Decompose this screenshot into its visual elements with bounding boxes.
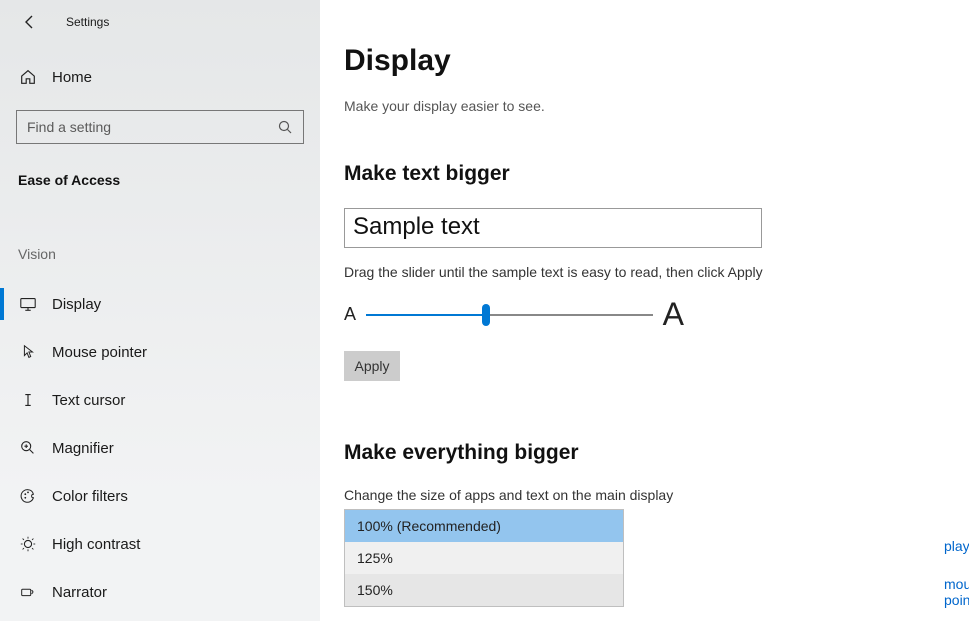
scale-dropdown[interactable]: 100% (Recommended) 125% 150% (344, 509, 624, 607)
palette-icon (18, 486, 38, 506)
narrator-icon (18, 582, 38, 602)
section-heading-everything-bigger: Make everything bigger (344, 441, 945, 465)
page-subtitle: Make your display easier to see. (344, 98, 945, 114)
slider-instruction: Drag the slider until the sample text is… (344, 264, 945, 280)
sidebar-item-label: Mouse pointer (52, 344, 147, 361)
sidebar-item-magnifier[interactable]: Magnifier (0, 424, 320, 472)
sidebar-item-label: Display (52, 296, 101, 313)
text-cursor-icon (18, 390, 38, 410)
sidebar-item-label: Text cursor (52, 392, 125, 409)
search-box[interactable] (16, 110, 304, 144)
sidebar-item-label: Magnifier (52, 440, 114, 457)
display-icon (18, 294, 38, 314)
magnifier-icon (18, 438, 38, 458)
sidebar-section-label: Vision (0, 246, 320, 262)
slider-min-label: A (344, 304, 356, 325)
contrast-icon (18, 534, 38, 554)
page-title: Display (344, 44, 945, 78)
app-title: Settings (66, 15, 109, 29)
scale-option-150[interactable]: 150% (345, 574, 623, 606)
link-fragment-mouse-pointer[interactable]: mouse pointer (944, 576, 969, 608)
pointer-icon (18, 342, 38, 362)
sidebar-item-narrator[interactable]: Narrator (0, 568, 320, 616)
link-fragment-plays[interactable]: plays (944, 538, 969, 554)
sidebar-item-text-cursor[interactable]: Text cursor (0, 376, 320, 424)
sample-text-box: Sample text (344, 208, 762, 248)
main-content: Display Make your display easier to see.… (320, 0, 969, 621)
scale-subheading: Change the size of apps and text on the … (344, 487, 945, 503)
slider-thumb[interactable] (482, 304, 490, 326)
nav-list: Display Mouse pointer Text cursor Magnif… (0, 280, 320, 616)
back-button[interactable] (18, 10, 42, 34)
home-label: Home (52, 69, 92, 86)
apply-button[interactable]: Apply (344, 351, 400, 381)
search-input[interactable] (27, 119, 277, 135)
search-container (0, 110, 320, 144)
scale-option-100[interactable]: 100% (Recommended) (345, 510, 623, 542)
search-icon (277, 119, 293, 135)
sidebar-item-high-contrast[interactable]: High contrast (0, 520, 320, 568)
slider-max-label: A (663, 296, 684, 333)
sidebar-item-color-filters[interactable]: Color filters (0, 472, 320, 520)
sidebar-item-label: Color filters (52, 488, 128, 505)
section-heading-text-bigger: Make text bigger (344, 162, 945, 186)
sidebar-header: Settings (0, 0, 320, 44)
arrow-left-icon (22, 14, 38, 30)
sidebar-group-title: Ease of Access (0, 172, 320, 188)
home-icon (18, 68, 38, 86)
text-size-slider-row: A A (344, 296, 684, 333)
sidebar: Settings Home Ease of Access Vision Disp… (0, 0, 320, 621)
scale-option-125[interactable]: 125% (345, 542, 623, 574)
sidebar-item-label: Narrator (52, 584, 107, 601)
sidebar-item-mouse-pointer[interactable]: Mouse pointer (0, 328, 320, 376)
sidebar-item-label: High contrast (52, 536, 140, 553)
text-size-slider[interactable] (366, 314, 653, 316)
home-button[interactable]: Home (0, 58, 320, 96)
sidebar-item-display[interactable]: Display (0, 280, 320, 328)
